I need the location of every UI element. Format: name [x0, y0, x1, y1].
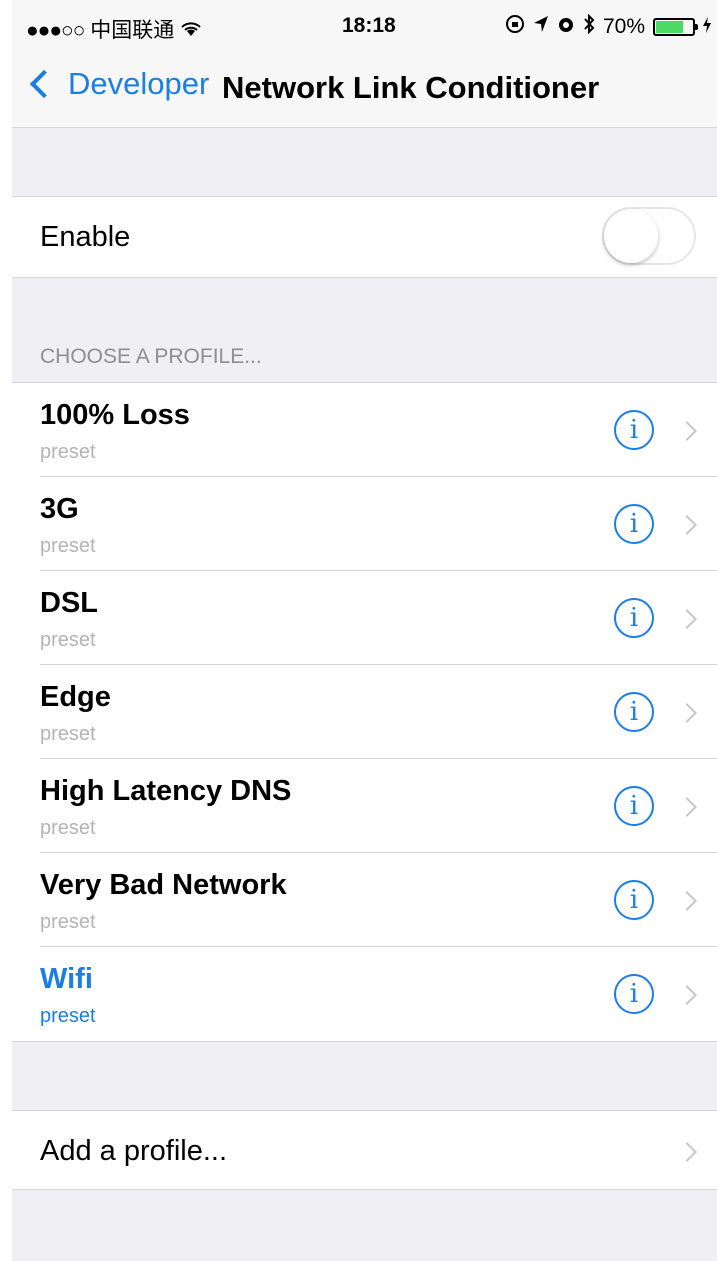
chevron-right-icon — [677, 891, 697, 911]
toggle-knob — [604, 209, 658, 263]
chevron-right-icon — [677, 609, 697, 629]
page-title: Network Link Conditioner — [222, 70, 600, 105]
location-icon — [533, 15, 549, 39]
profile-name: Edge — [40, 681, 111, 713]
profile-subtitle: preset — [40, 817, 96, 839]
profile-subtitle: preset — [40, 911, 96, 933]
profile-name: Very Bad Network — [40, 869, 287, 901]
battery-icon — [653, 18, 698, 36]
back-button[interactable]: Developer — [26, 66, 209, 102]
enable-label: Enable — [40, 221, 131, 253]
battery-percent: 70% — [602, 15, 645, 38]
status-left: ●●●○○ 中国联通 — [26, 14, 202, 44]
profile-name: Wifi — [40, 963, 93, 995]
chevron-right-icon — [677, 515, 697, 535]
profile-row-selected[interactable]: Wifi preset i — [12, 947, 717, 1041]
status-time: 18:18 — [342, 14, 396, 37]
profile-row[interactable]: 100% Loss preset i — [12, 383, 717, 477]
info-icon[interactable]: i — [614, 598, 654, 638]
alarm-icon — [557, 15, 575, 39]
add-profile-label: Add a profile... — [40, 1135, 227, 1167]
profile-row[interactable]: Edge preset i — [12, 665, 717, 759]
profile-subtitle: preset — [40, 535, 96, 557]
info-icon[interactable]: i — [614, 410, 654, 450]
profile-name: DSL — [40, 587, 98, 619]
wifi-icon — [180, 19, 202, 42]
status-bar: ●●●○○ 中国联通 18:18 70% — [12, 0, 717, 52]
profile-subtitle: preset — [40, 441, 96, 463]
add-profile-cell[interactable]: Add a profile... — [12, 1110, 717, 1190]
profile-subtitle: preset — [40, 629, 96, 651]
lock-rotation-icon — [505, 14, 525, 40]
chevron-right-icon — [677, 985, 697, 1005]
navigation-bar: Developer Network Link Conditioner — [12, 52, 717, 128]
battery-fill — [656, 21, 683, 33]
chevron-right-icon — [677, 797, 697, 817]
chevron-right-icon — [677, 1142, 697, 1162]
chevron-right-icon — [677, 421, 697, 441]
profile-list: 100% Loss preset i 3G preset i DSL prese… — [12, 382, 717, 1042]
back-button-label: Developer — [68, 66, 210, 101]
info-icon[interactable]: i — [614, 880, 654, 920]
profile-row[interactable]: DSL preset i — [12, 571, 717, 665]
profile-name: 100% Loss — [40, 399, 190, 431]
info-icon[interactable]: i — [614, 974, 654, 1014]
bluetooth-icon — [583, 13, 595, 40]
info-icon[interactable]: i — [614, 692, 654, 732]
profile-name: High Latency DNS — [40, 775, 292, 807]
status-right: 70% — [505, 13, 711, 40]
signal-strength: ●●●○○ — [26, 19, 85, 42]
info-icon[interactable]: i — [614, 504, 654, 544]
profile-subtitle: preset — [40, 1005, 96, 1027]
profile-row[interactable]: High Latency DNS preset i — [12, 759, 717, 853]
carrier-name: 中国联通 — [90, 19, 175, 42]
screen: ●●●○○ 中国联通 18:18 70% Developer Network L… — [12, 0, 717, 1261]
info-icon[interactable]: i — [614, 786, 654, 826]
section-header: CHOOSE A PROFILE... — [40, 345, 262, 368]
chevron-left-icon — [29, 69, 59, 99]
profile-subtitle: preset — [40, 723, 96, 745]
profile-row[interactable]: Very Bad Network preset i — [12, 853, 717, 947]
charging-icon — [703, 15, 711, 39]
profile-name: 3G — [40, 493, 79, 525]
enable-toggle[interactable] — [602, 207, 696, 265]
profile-row[interactable]: 3G preset i — [12, 477, 717, 571]
chevron-right-icon — [677, 703, 697, 723]
